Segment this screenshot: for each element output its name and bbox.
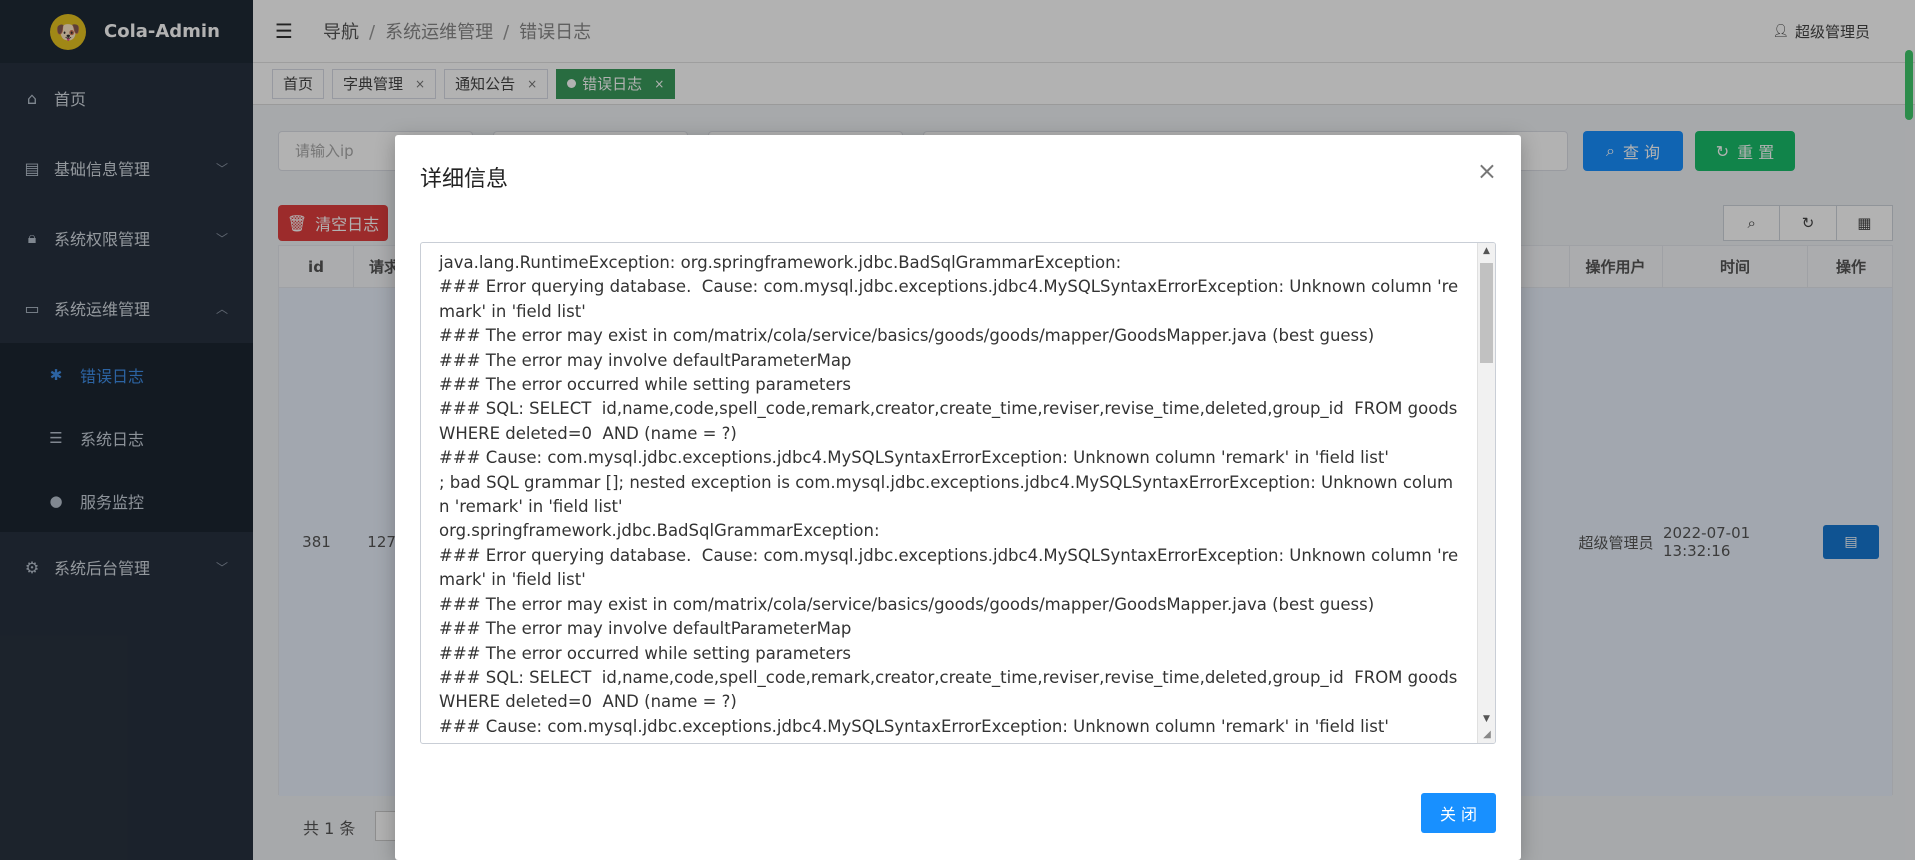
detail-line: ### Cause: com.mysql.jdbc.exceptions.jdb… bbox=[439, 448, 1389, 468]
detail-line: ### SQL: SELECT id,name,code,spell_code,… bbox=[439, 399, 1474, 443]
detail-textarea[interactable]: java.lang.RuntimeException: org.springfr… bbox=[420, 242, 1496, 744]
detail-line: ### The error may exist in com/matrix/co… bbox=[439, 594, 1375, 614]
detail-modal: 详细信息 × java.lang.RuntimeException: org.s… bbox=[395, 135, 1521, 860]
modal-title: 详细信息 bbox=[420, 167, 509, 192]
detail-line: ### SQL: SELECT id,name,code,spell_code,… bbox=[439, 667, 1474, 712]
detail-line: java.lang.RuntimeException: org.springfr… bbox=[439, 253, 1122, 272]
detail-line: ### The error occurred while setting par… bbox=[439, 375, 851, 395]
detail-line: ### The error may involve defaultParamet… bbox=[439, 350, 852, 370]
scroll-down-icon[interactable]: ▼ bbox=[1478, 711, 1495, 727]
detail-line: ; bad SQL grammar []; nested exception i… bbox=[439, 472, 1454, 517]
detail-line: ### The error may exist in com/matrix/co… bbox=[439, 326, 1375, 346]
detail-line: ### Error querying database. Cause: com.… bbox=[439, 277, 1459, 321]
detail-text: java.lang.RuntimeException: org.springfr… bbox=[421, 243, 1477, 743]
detail-line: ### The error occurred while setting par… bbox=[439, 643, 851, 663]
detail-line: ### Error querying database. Cause: com.… bbox=[439, 545, 1459, 590]
textarea-scrollbar[interactable]: ▲ ▼ bbox=[1477, 243, 1495, 743]
scroll-up-icon[interactable]: ▲ bbox=[1478, 243, 1495, 259]
scrollbar-thumb[interactable] bbox=[1480, 263, 1493, 363]
detail-line: ### Cause: com.mysql.jdbc.exceptions.jdb… bbox=[439, 716, 1389, 736]
resize-handle-icon[interactable]: ◢ bbox=[1480, 728, 1494, 742]
detail-line: org.springframework.jdbc.BadSqlGrammarEx… bbox=[439, 521, 880, 541]
close-icon[interactable]: × bbox=[1477, 159, 1497, 183]
close-button[interactable]: 关 闭 bbox=[1421, 793, 1496, 833]
detail-line: ### The error may involve defaultParamet… bbox=[439, 619, 852, 639]
